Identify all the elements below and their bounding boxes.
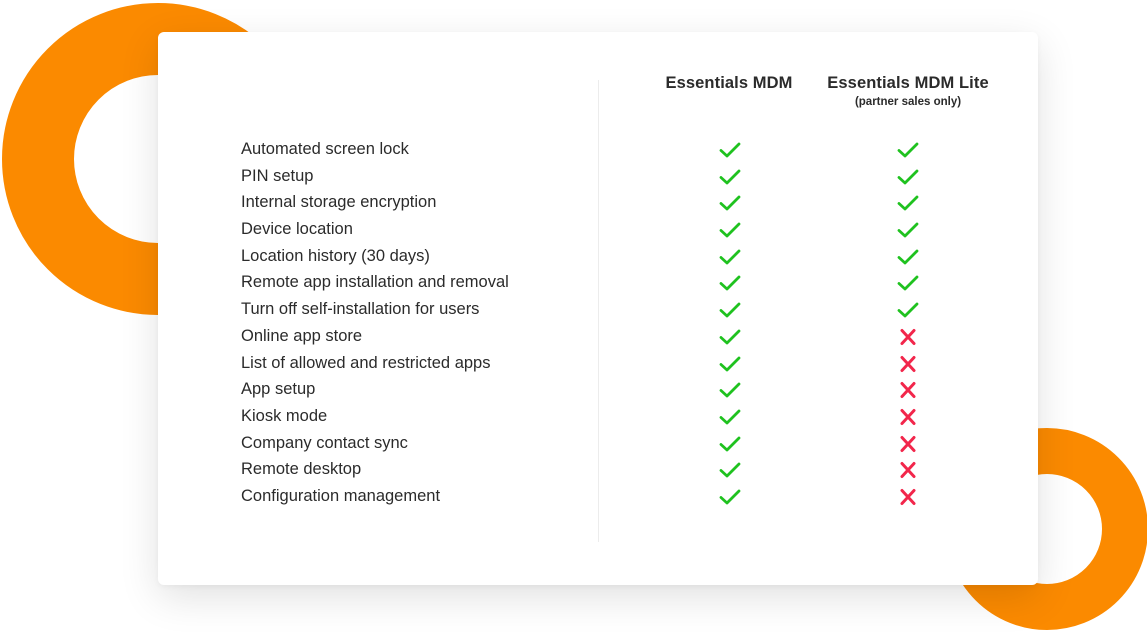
feature-row: Remote app installation and removal [241, 270, 1001, 297]
check-icon [719, 274, 741, 292]
feature-label: Automated screen lock [241, 140, 409, 158]
feature-label: Configuration management [241, 486, 441, 505]
check-icon [719, 408, 741, 426]
check-icon [897, 194, 919, 212]
check-icon [719, 435, 741, 453]
feature-row: Turn off self-installation for users [241, 297, 1001, 324]
feature-list: Automated screen lock PIN setup Internal s… [241, 137, 1001, 511]
check-icon [897, 248, 919, 266]
feature-label: Remote desktop [241, 460, 362, 479]
feature-row: Remote desktop [241, 457, 1001, 484]
feature-label: Device location [241, 220, 353, 239]
feature-label: Kiosk mode [241, 406, 328, 425]
feature-label: Internal storage encryption [241, 193, 437, 212]
column-header-essentials-mdm-lite: Essentials MDM Lite (partner sales only) [818, 74, 998, 108]
check-icon [719, 301, 741, 319]
feature-row: List of allowed and restricted apps [241, 351, 1001, 378]
feature-row: Kiosk mode [241, 404, 1001, 431]
check-icon [719, 488, 741, 506]
cross-icon [897, 381, 919, 399]
check-icon [719, 328, 741, 346]
cross-icon [897, 328, 919, 346]
feature-row: App setup [241, 377, 1001, 404]
feature-label: Turn off self-installation for users [241, 300, 480, 319]
column-header-essentials-mdm: Essentials MDM [648, 74, 810, 93]
column-title: Essentials MDM Lite [827, 74, 989, 92]
feature-label: Remote app installation and removal [241, 273, 509, 292]
feature-label: Online app store [241, 326, 363, 345]
feature-row: PIN setup [241, 164, 1001, 191]
check-icon [719, 381, 741, 399]
check-icon [897, 301, 919, 319]
check-icon [897, 221, 919, 239]
feature-label: Location history (30 days) [241, 246, 430, 265]
column-title: Essentials MDM [665, 74, 793, 92]
feature-row: Device location [241, 217, 1001, 244]
feature-row: Online app store [241, 324, 1001, 351]
cross-icon [897, 355, 919, 373]
check-icon [897, 141, 919, 159]
feature-label: PIN setup [241, 166, 314, 185]
comparison-card: Essentials MDM Essentials MDM Lite (part… [158, 32, 1038, 585]
feature-row: Location history (30 days) [241, 244, 1001, 271]
check-icon [719, 221, 741, 239]
feature-label: List of allowed and restricted apps [241, 353, 491, 372]
check-icon [719, 248, 741, 266]
feature-row: Internal storage encryption [241, 190, 1001, 217]
feature-row: Company contact sync [241, 431, 1001, 458]
cross-icon [897, 408, 919, 426]
check-icon [719, 461, 741, 479]
cross-icon [897, 435, 919, 453]
check-icon [897, 274, 919, 292]
check-icon [719, 194, 741, 212]
check-icon [719, 141, 741, 159]
feature-label: Company contact sync [241, 433, 408, 452]
feature-label: App setup [241, 380, 316, 399]
check-icon [719, 355, 741, 373]
feature-row: Configuration management [241, 484, 1001, 511]
check-icon [719, 168, 741, 186]
cross-icon [897, 488, 919, 506]
feature-row: Automated screen lock [241, 137, 1001, 164]
column-subtitle: (partner sales only) [854, 96, 962, 108]
check-icon [897, 168, 919, 186]
cross-icon [897, 461, 919, 479]
